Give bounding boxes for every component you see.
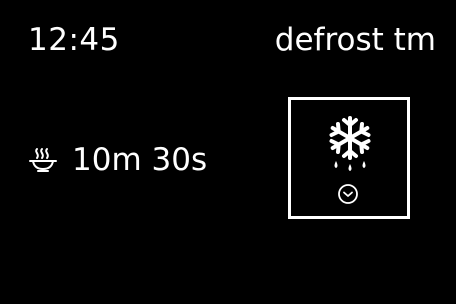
timer-icon	[338, 184, 358, 204]
duration-row: 10m 30s	[28, 140, 207, 180]
defrost-program-tile[interactable]	[288, 97, 410, 219]
cook-duration: 10m 30s	[72, 142, 208, 178]
mode-title: defrost tm	[274, 22, 436, 58]
steam-dish-icon	[29, 148, 57, 172]
oven-display: 12:45 defrost tm 10m 30s	[0, 0, 456, 304]
clock-time: 12:45	[28, 22, 120, 58]
snowflake-defrost-icon	[329, 116, 371, 171]
